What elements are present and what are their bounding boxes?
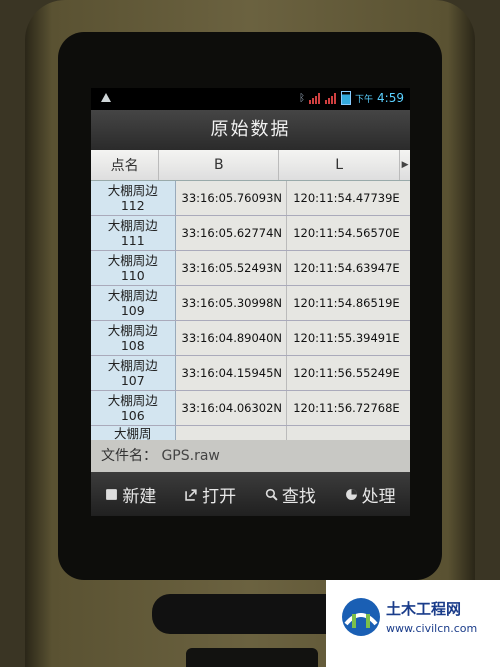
signal-icon-2 <box>325 92 337 104</box>
cell-l: 120:11:54.47739E <box>287 181 410 215</box>
civilcn-logo-icon <box>342 598 380 636</box>
data-table[interactable]: 点名 B L ▶ 大棚周边112 33:16:05.76093N 120:11:54… <box>91 150 410 440</box>
status-bar: ᛒ 下午 4:59 <box>91 88 410 110</box>
watermark-url: www.civilcn.com <box>386 622 478 635</box>
table-row[interactable]: 大棚周边112 33:16:05.76093N 120:11:54.47739E <box>91 181 410 216</box>
search-icon <box>265 488 278 501</box>
column-header-l[interactable]: L <box>279 150 401 180</box>
open-icon <box>185 488 197 501</box>
cell-name: 大棚周边112 <box>91 181 176 215</box>
table-row[interactable]: 大棚周33:16:03.89066N120:11:57.08038E <box>91 426 410 440</box>
open-button[interactable]: 打开 <box>171 482 251 507</box>
table-row[interactable]: 大棚周边111 33:16:05.62774N 120:11:54.56570E <box>91 216 410 251</box>
new-button[interactable]: 新建 <box>91 482 171 507</box>
cell-l: 120:11:56.55249E <box>287 356 410 390</box>
status-clock: 4:59 <box>377 91 404 105</box>
status-ampm: 下午 <box>355 94 374 105</box>
cell-name: 大棚周边109 <box>91 286 176 320</box>
screen: ᛒ 下午 4:59 原始数据 点名 B L ▶ 大棚周边112 33:16:05.… <box>91 88 410 516</box>
cell-b: 33:16:05.76093N <box>175 181 288 215</box>
cell-name: 大棚周边108 <box>91 321 176 355</box>
scroll-right-icon[interactable]: ▶ <box>400 150 410 180</box>
hardware-button-bar[interactable] <box>152 594 350 634</box>
watermark: 土木工程网 www.civilcn.com <box>326 580 500 667</box>
cell-b: 33:16:05.62774N <box>175 216 288 250</box>
table-row[interactable]: 大棚周边108 33:16:04.89040N 120:11:55.39491E <box>91 321 410 356</box>
open-button-label: 打开 <box>202 486 237 507</box>
cell-name: 大棚周边111 <box>91 216 176 250</box>
page-title: 原始数据 <box>91 110 410 150</box>
file-name-value: GPS.raw <box>161 448 220 464</box>
cell-b: 33:16:05.52493N <box>175 251 288 285</box>
battery-icon <box>341 91 352 105</box>
table-row[interactable]: 大棚周边106 33:16:04.06302N 120:11:56.72768E <box>91 391 410 426</box>
cell-l: 120:11:57.08038E <box>287 426 410 440</box>
warning-icon <box>101 93 111 102</box>
process-button[interactable]: 处理 <box>330 482 410 507</box>
cell-b: 33:16:04.06302N <box>175 391 288 425</box>
cell-l: 120:11:54.86519E <box>287 286 410 320</box>
cell-name: 大棚周边107 <box>91 356 176 390</box>
signal-icon <box>309 92 321 104</box>
cell-b: 33:16:03.89066N <box>175 426 288 440</box>
pie-chart-icon <box>345 488 357 500</box>
column-header-name[interactable]: 点名 <box>91 150 160 180</box>
cell-l: 120:11:54.56570E <box>287 216 410 250</box>
process-button-label: 处理 <box>361 486 396 507</box>
column-header-b[interactable]: B <box>159 150 280 180</box>
cell-l: 120:11:54.63947E <box>287 251 410 285</box>
bluetooth-icon: ᛒ <box>299 92 306 104</box>
cell-l: 120:11:56.72768E <box>287 391 410 425</box>
table-row[interactable]: 大棚周边107 33:16:04.15945N 120:11:56.55249E <box>91 356 410 391</box>
cell-name: 大棚周边110 <box>91 251 176 285</box>
bottom-toolbar: 新建 打开 查找 处理 <box>91 472 410 516</box>
table-row[interactable]: 大棚周边110 33:16:05.52493N 120:11:54.63947E <box>91 251 410 286</box>
find-button[interactable]: 查找 <box>251 482 331 507</box>
table-header: 点名 B L ▶ <box>91 150 410 181</box>
hardware-key[interactable] <box>186 648 318 667</box>
cell-b: 33:16:04.15945N <box>175 356 288 390</box>
find-button-label: 查找 <box>281 486 316 507</box>
cell-l: 120:11:55.39491E <box>287 321 410 355</box>
cell-b: 33:16:04.89040N <box>175 321 288 355</box>
new-button-label: 新建 <box>122 486 157 507</box>
cell-b: 33:16:05.30998N <box>175 286 288 320</box>
file-name-bar: 文件名： GPS.raw <box>91 440 410 472</box>
document-icon <box>106 488 118 500</box>
watermark-title: 土木工程网 <box>386 600 462 618</box>
cell-name: 大棚周 <box>91 426 176 440</box>
cell-name: 大棚周边106 <box>91 391 176 425</box>
table-row[interactable]: 大棚周边109 33:16:05.30998N 120:11:54.86519E <box>91 286 410 321</box>
file-name-label: 文件名： <box>101 448 157 464</box>
